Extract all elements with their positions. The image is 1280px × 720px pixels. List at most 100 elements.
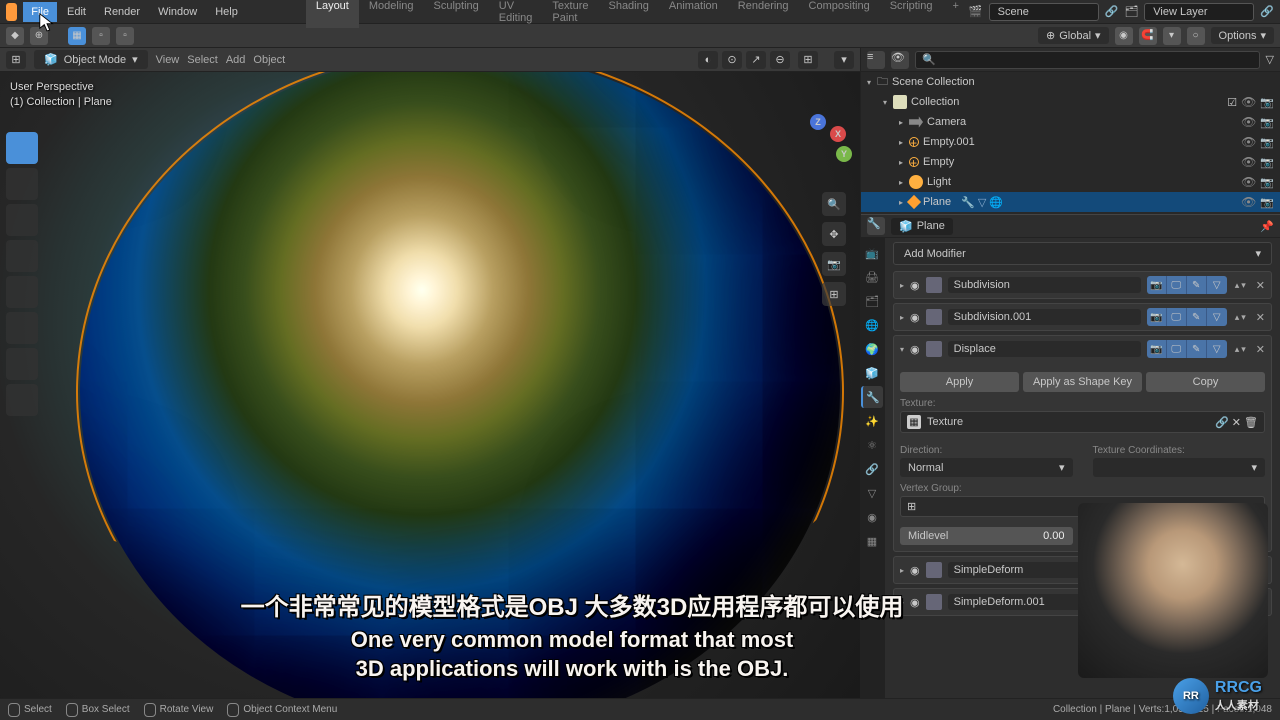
scene-collection-row[interactable]: ▾🗀 Scene Collection (861, 72, 1280, 92)
object-tab[interactable]: 🧊 (861, 362, 883, 384)
mesh-tab[interactable]: ▽ (861, 482, 883, 504)
camera-item[interactable]: ▸ Camera👁📷 (861, 112, 1280, 132)
eye-icon[interactable]: 👁 (1241, 175, 1256, 189)
cage-toggle[interactable]: ▽ (1207, 308, 1227, 326)
gizmo-icon[interactable]: ↗ (746, 51, 766, 69)
object-menu[interactable]: Object (253, 54, 285, 66)
move-up-icon[interactable]: ▴ (1235, 280, 1240, 291)
eye-icon[interactable]: 👁 (1241, 195, 1256, 209)
eye-icon[interactable]: ◉ (910, 311, 920, 324)
move-tool[interactable] (6, 204, 38, 236)
close-icon[interactable]: ✕ (1256, 343, 1265, 356)
eye-icon[interactable]: 👁 (1241, 115, 1256, 129)
physics-tab[interactable]: ⚛ (861, 434, 883, 456)
edit-toggle[interactable]: ✎ (1187, 340, 1207, 358)
midlevel-field[interactable]: Midlevel0.00 (900, 527, 1073, 545)
overlay-icon-2[interactable]: ⊙ (722, 51, 742, 69)
world-tab[interactable]: 🌍 (861, 338, 883, 360)
props-type-icon[interactable]: 🔧 (867, 217, 885, 235)
options-dropdown[interactable]: Options ▾ (1211, 27, 1274, 44)
outliner-search[interactable]: 🔍 (915, 51, 1260, 69)
output-tab[interactable]: 🖨 (861, 266, 883, 288)
eye-icon[interactable]: 👁 (1241, 155, 1256, 169)
move-down-icon[interactable]: ▾ (1241, 280, 1246, 291)
close-icon[interactable]: ✕ (1256, 311, 1265, 324)
viewlayer-selector[interactable]: View Layer (1144, 3, 1254, 21)
tab-rendering[interactable]: Rendering (728, 0, 799, 28)
rotate-tool[interactable] (6, 240, 38, 272)
modifier-name[interactable]: Subdivision.001 (948, 309, 1141, 325)
expand-icon[interactable]: ▸ (900, 281, 904, 290)
modifier-name[interactable]: Displace (948, 341, 1141, 357)
move-up-icon[interactable]: ▴ (1235, 344, 1240, 355)
overlay-icon[interactable]: ◐ (698, 51, 718, 69)
pivot-point-icon[interactable]: ◉ (1115, 27, 1133, 45)
add-menu[interactable]: Add (226, 54, 246, 66)
cursor-icon[interactable]: ⊕ (30, 27, 48, 45)
persp-icon[interactable]: ⊞ (822, 282, 846, 306)
eye-icon[interactable]: 👁 (1241, 95, 1256, 109)
render-toggle[interactable]: 📷 (1147, 276, 1167, 294)
constraint-tab[interactable]: 🔗 (861, 458, 883, 480)
tab-layout[interactable]: Layout (306, 0, 359, 28)
snap-target-icon[interactable]: ▾ (1163, 27, 1181, 45)
empty001-item[interactable]: ▸ Empty.001👁📷 (861, 132, 1280, 152)
tab-compositing[interactable]: Compositing (799, 0, 880, 28)
object-crumb[interactable]: 🧊 Plane (891, 218, 953, 235)
filter-icon[interactable]: ▽ (1266, 53, 1274, 66)
annotate-tool[interactable] (6, 348, 38, 380)
measure-tool[interactable] (6, 384, 38, 416)
modifier-tab[interactable]: 🔧 (861, 386, 883, 408)
mode-dropdown[interactable]: 🧊 Object Mode ▾ (34, 50, 148, 69)
move-down-icon[interactable]: ▾ (1241, 312, 1246, 323)
camera-icon[interactable]: 📷 (822, 252, 846, 276)
render-tab[interactable]: 📺 (861, 242, 883, 264)
collection-row[interactable]: ▾ Collection ☑👁📷 (861, 92, 1280, 112)
cage-toggle[interactable]: ▽ (1207, 276, 1227, 294)
viewlayer-tab[interactable]: 🗂 (861, 290, 883, 312)
apply-shapekey-button[interactable]: Apply as Shape Key (1023, 372, 1142, 392)
tab-modeling[interactable]: Modeling (359, 0, 424, 28)
transform-tool[interactable] (6, 312, 38, 344)
scene-selector[interactable]: Scene (989, 3, 1099, 21)
tool-icon-2[interactable]: ▫ (116, 27, 134, 45)
tab-animation[interactable]: Animation (659, 0, 728, 28)
render-icon[interactable]: 📷 (1260, 96, 1274, 109)
zoom-icon[interactable]: 🔍 (822, 192, 846, 216)
edit-menu[interactable]: Edit (59, 2, 94, 22)
expand-icon[interactable]: ▸ (900, 313, 904, 322)
overlay-toggle-icon[interactable]: ⊖ (770, 51, 790, 69)
snap-icon[interactable]: 🧲 (1139, 27, 1157, 45)
editor-type-icon[interactable]: ⊞ (6, 51, 26, 69)
tab-add[interactable]: + (942, 0, 968, 28)
file-menu[interactable]: File (23, 2, 57, 22)
pivot-icon[interactable]: ◆ (6, 27, 24, 45)
cage-toggle[interactable]: ▽ (1207, 340, 1227, 358)
window-menu[interactable]: Window (150, 2, 205, 22)
select-tool[interactable] (6, 132, 38, 164)
move-down-icon[interactable]: ▾ (1241, 344, 1246, 355)
link-icon-2[interactable]: 🔗 (1260, 5, 1274, 18)
expand-icon[interactable]: ▸ (900, 566, 904, 575)
eye-icon[interactable]: 👁 (1241, 135, 1256, 149)
eye-icon[interactable]: ◉ (910, 564, 920, 577)
select-menu[interactable]: Select (187, 54, 218, 66)
edit-toggle[interactable]: ✎ (1187, 276, 1207, 294)
render-icon[interactable]: 📷 (1260, 116, 1274, 129)
eye-icon[interactable]: ◉ (910, 343, 920, 356)
link-icon[interactable]: 🔗 (1105, 5, 1119, 18)
nav-gizmo[interactable]: X Y Z (788, 122, 848, 182)
view-menu[interactable]: View (156, 54, 180, 66)
render-toggle[interactable]: 📷 (1147, 340, 1167, 358)
render-icon[interactable]: 📷 (1260, 136, 1274, 149)
texture-selector[interactable]: ▦Texture🔗 ✕ 🗑 (900, 411, 1265, 433)
tab-sculpting[interactable]: Sculpting (424, 0, 489, 28)
eye-icon[interactable]: ◉ (910, 279, 920, 292)
expand-icon[interactable]: ▾ (900, 345, 904, 354)
empty-item[interactable]: ▸ Empty👁📷 (861, 152, 1280, 172)
tab-shading[interactable]: Shading (598, 0, 658, 28)
proportional-icon[interactable]: ○ (1187, 27, 1205, 45)
scene-tab[interactable]: 🌐 (861, 314, 883, 336)
viewport-toggle[interactable]: 🖵 (1167, 340, 1187, 358)
light-item[interactable]: ▸ Light👁📷 (861, 172, 1280, 192)
